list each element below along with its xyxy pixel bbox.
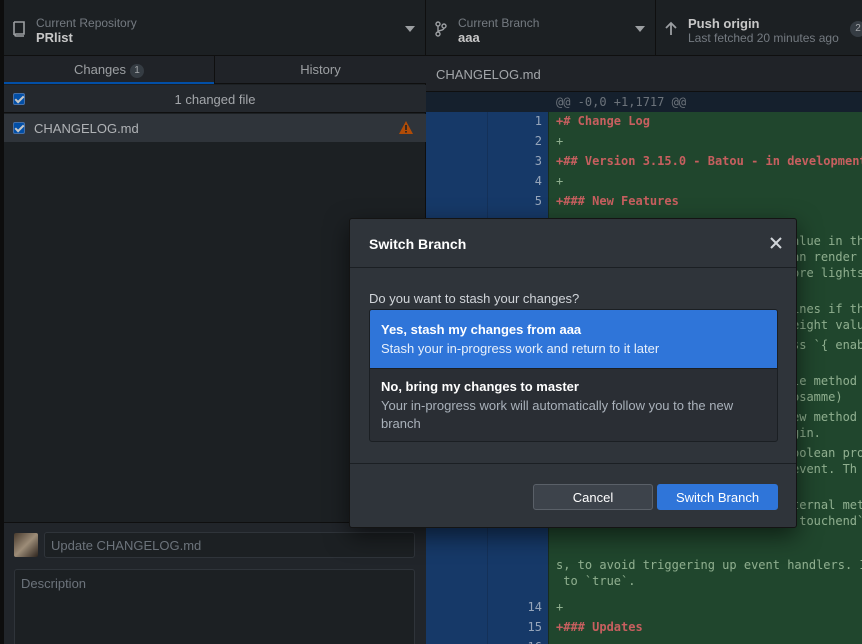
switch-branch-button[interactable]: Switch Branch <box>657 484 778 510</box>
dialog-question: Do you want to stash your changes? <box>369 291 580 306</box>
switch-branch-dialog: Switch Branch Do you want to stash your … <box>349 218 797 528</box>
option-description: Stash your in-progress work and return t… <box>381 341 660 356</box>
close-icon[interactable] <box>769 236 783 250</box>
option-stash-changes[interactable]: Yes, stash my changes from aaa Stash you… <box>370 310 777 368</box>
stash-options-list: Yes, stash my changes from aaa Stash you… <box>369 309 778 442</box>
option-title: Yes, stash my changes from aaa <box>381 322 582 337</box>
option-bring-changes[interactable]: No, bring my changes to master Your in-p… <box>370 368 777 441</box>
dialog-header: Switch Branch <box>350 219 796 268</box>
dialog-title: Switch Branch <box>369 236 467 252</box>
option-title: No, bring my changes to master <box>381 379 579 394</box>
option-description: Your in-progress work will automatically… <box>381 398 734 431</box>
cancel-button[interactable]: Cancel <box>533 484 653 510</box>
dialog-footer: Cancel Switch Branch <box>350 463 796 527</box>
